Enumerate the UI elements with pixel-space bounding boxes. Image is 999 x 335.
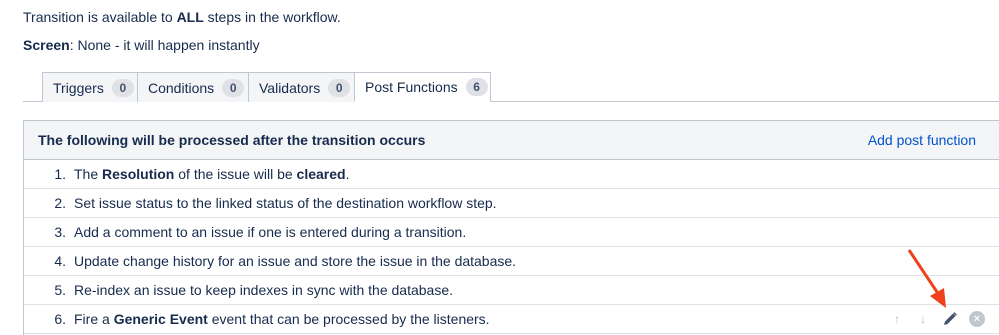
- tab-count-badge: 0: [222, 78, 245, 97]
- transition-tabs: Triggers 0 Conditions 0 Validators 0 Pos…: [23, 72, 999, 102]
- tab-count-badge: 0: [328, 78, 351, 97]
- post-function-row: 5. Re-index an issue to keep indexes in …: [24, 276, 999, 305]
- pencil-icon[interactable]: [941, 310, 959, 328]
- post-functions-panel: The following will be processed after th…: [23, 120, 999, 335]
- row-actions: ↑ ↓ ×: [889, 310, 985, 328]
- post-function-row: 3. Add a comment to an issue if one is e…: [24, 218, 999, 247]
- remove-circle-icon[interactable]: ×: [969, 311, 985, 327]
- availability-text: Transition is available to ALL steps in …: [23, 9, 341, 25]
- post-function-row: 2. Set issue status to the linked status…: [24, 189, 999, 218]
- post-function-row-hovered: 6. Fire a Generic Event event that can b…: [24, 305, 999, 334]
- tab-count-badge: 6: [465, 78, 488, 96]
- tab-count-badge: 0: [111, 78, 134, 97]
- tab-post-functions[interactable]: Post Functions 6: [354, 72, 491, 102]
- post-function-row: 1. The Resolution of the issue will be c…: [24, 160, 999, 189]
- screen-info-text: Screen: None - it will happen instantly: [23, 37, 260, 53]
- arrow-up-icon[interactable]: ↑: [889, 312, 905, 326]
- panel-title: The following will be processed after th…: [38, 132, 426, 148]
- add-post-function-link[interactable]: Add post function: [868, 132, 976, 148]
- tab-conditions[interactable]: Conditions 0: [137, 72, 249, 102]
- panel-header: The following will be processed after th…: [24, 120, 999, 160]
- tab-triggers[interactable]: Triggers 0: [42, 72, 138, 102]
- post-function-row: 4. Update change history for an issue an…: [24, 247, 999, 276]
- tab-validators[interactable]: Validators 0: [248, 72, 355, 102]
- arrow-down-icon[interactable]: ↓: [915, 312, 931, 326]
